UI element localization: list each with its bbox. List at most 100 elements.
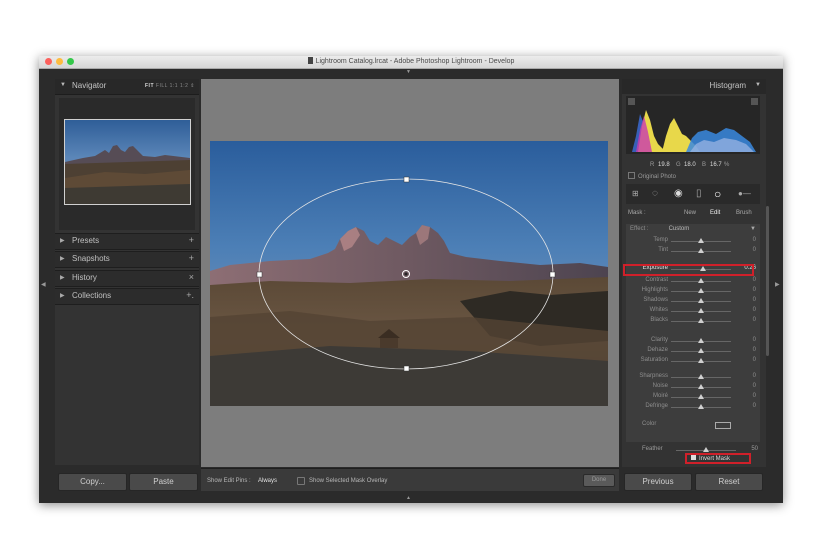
effect-preset-select[interactable]: Custom xyxy=(669,226,690,232)
clear-history-icon[interactable]: × xyxy=(189,272,194,282)
navigator-thumbnail[interactable] xyxy=(64,119,191,205)
add-collection-icon[interactable]: +. xyxy=(186,290,194,300)
highlight-clipping-icon xyxy=(751,98,758,105)
slider-row[interactable]: Defringe 0 xyxy=(626,402,760,412)
mask-overlay-label: Show Selected Mask Overlay xyxy=(309,478,388,484)
slider-row[interactable]: Noise 0 xyxy=(626,382,760,392)
slider-label: Sharpness xyxy=(639,373,668,379)
slider-knob[interactable] xyxy=(698,384,704,389)
slider-row[interactable]: Dehaze 0 xyxy=(626,346,760,356)
histogram-graph[interactable] xyxy=(626,96,760,154)
slider-row[interactable]: Exposure 0.26 xyxy=(623,264,760,276)
copy-button[interactable]: Copy... xyxy=(58,473,127,491)
slider-value: 0 xyxy=(752,237,756,243)
slider-knob[interactable] xyxy=(698,248,704,253)
spot-removal-tool-icon[interactable]: ◌ xyxy=(652,188,658,199)
paste-button[interactable]: Paste xyxy=(129,473,198,491)
slider-value: 0 xyxy=(752,393,756,399)
original-photo-toggle[interactable]: Original Photo xyxy=(628,172,676,180)
slider-knob[interactable] xyxy=(698,394,704,399)
red-eye-tool-icon[interactable]: ◉ xyxy=(674,188,683,199)
zoom-stepper-icon[interactable]: ⇕ xyxy=(190,83,195,89)
slider-label: Whites xyxy=(649,307,668,313)
slider-knob[interactable] xyxy=(698,238,704,243)
add-preset-icon[interactable]: + xyxy=(189,235,194,245)
expand-triangle-icon: ▶ xyxy=(60,293,65,299)
slider-row[interactable]: Contrast 0 xyxy=(626,276,760,286)
snapshots-panel-header[interactable]: ▶ Snapshots + xyxy=(55,251,199,268)
slider-row[interactable]: Shadows 0 xyxy=(626,296,760,306)
mask-new-button[interactable]: New xyxy=(684,210,696,216)
mask-overlay-checkbox[interactable] xyxy=(297,477,305,485)
slider-row[interactable]: Moiré 0 xyxy=(626,392,760,402)
zoom-1to1-option[interactable]: 1:1 xyxy=(170,83,178,89)
mask-brush-button[interactable]: Brush xyxy=(736,210,752,216)
slider-knob[interactable] xyxy=(698,358,704,363)
add-snapshot-icon[interactable]: + xyxy=(189,253,194,263)
top-panel-toggle-icon[interactable]: ▼ xyxy=(406,69,411,75)
effect-label: Effect : xyxy=(630,226,649,232)
right-panel-toggle-icon[interactable]: ▶ xyxy=(775,281,780,288)
radial-filter-icon[interactable]: ○ xyxy=(714,187,721,201)
left-panel-toggle-icon[interactable]: ◀ xyxy=(41,281,46,288)
slider-row[interactable]: Highlights 0 xyxy=(626,286,760,296)
color-label: Color xyxy=(642,421,657,427)
effect-row[interactable]: Effect : Custom ▼ xyxy=(630,226,756,232)
previous-button[interactable]: Previous xyxy=(624,473,692,491)
bottom-panel-toggle-icon[interactable]: ▲ xyxy=(406,495,411,501)
invert-mask-checkbox[interactable]: Invert Mask xyxy=(685,453,751,464)
reset-button[interactable]: Reset xyxy=(695,473,763,491)
navigator-header[interactable]: ▼ Navigator FIT FILL 1:1 1:2 ⇕ xyxy=(55,79,199,95)
window-title: Lightroom Catalog.lrcat - Adobe Photosho… xyxy=(315,58,515,65)
photo-canvas-area[interactable] xyxy=(201,79,619,467)
radial-filter-handle xyxy=(549,271,556,278)
feather-slider-knob[interactable] xyxy=(703,447,709,452)
history-panel-header[interactable]: ▶ History × xyxy=(55,270,199,287)
slider-row[interactable]: Tint 0 xyxy=(626,246,760,256)
slider-knob[interactable] xyxy=(698,338,704,343)
slider-knob[interactable] xyxy=(698,278,704,283)
slider-knob[interactable] xyxy=(698,404,704,409)
original-photo-checkbox[interactable] xyxy=(628,172,635,179)
slider-label: Tint xyxy=(658,247,668,253)
right-panel-scrollbar[interactable] xyxy=(766,206,769,356)
zoom-fill-option[interactable]: FILL xyxy=(156,83,168,89)
zoom-custom-option[interactable]: 1:2 xyxy=(180,83,188,89)
zoom-fit-option[interactable]: FIT xyxy=(145,83,154,89)
slider-label: Highlights xyxy=(641,287,668,293)
mask-edit-button[interactable]: Edit xyxy=(710,210,720,216)
adjustment-brush-icon[interactable]: ●— xyxy=(738,189,751,198)
navigator-preview-area[interactable] xyxy=(59,98,195,230)
slider-row[interactable]: Whites 0 xyxy=(626,306,760,316)
slider-row[interactable]: Temp 0 xyxy=(626,236,760,246)
main-photo[interactable] xyxy=(210,141,608,406)
color-swatch[interactable] xyxy=(715,422,731,429)
mask-label: Mask : xyxy=(628,210,646,216)
slider-knob[interactable] xyxy=(698,308,704,313)
slider-knob[interactable] xyxy=(698,288,704,293)
histogram-header[interactable]: Histogram ▼ xyxy=(622,79,766,94)
slider-row[interactable]: Sharpness 0 xyxy=(626,372,760,382)
snapshots-label: Snapshots xyxy=(72,254,110,263)
slider-row[interactable]: Clarity 0 xyxy=(626,336,760,346)
graduated-filter-icon[interactable]: ▯ xyxy=(696,188,702,199)
collections-panel-header[interactable]: ▶ Collections +. xyxy=(55,288,199,305)
slider-value: 0 xyxy=(752,307,756,313)
show-edit-pins-select[interactable]: Always xyxy=(258,478,277,484)
crop-tool-icon[interactable]: ⊞ xyxy=(632,189,639,198)
slider-knob[interactable] xyxy=(698,348,704,353)
slider-knob[interactable] xyxy=(698,374,704,379)
presets-panel-header[interactable]: ▶ Presets + xyxy=(55,233,199,250)
histogram-chart xyxy=(628,98,758,152)
slider-row[interactable]: Blacks 0 xyxy=(626,316,760,326)
slider-value: 0 xyxy=(752,383,756,389)
landscape-photo-with-radial-filter[interactable] xyxy=(210,141,608,406)
effect-collapse-icon[interactable]: ▼ xyxy=(750,226,756,232)
slider-knob[interactable] xyxy=(698,298,704,303)
slider-row[interactable]: Saturation 0 xyxy=(626,356,760,366)
navigator-title: Navigator xyxy=(72,81,107,90)
slider-knob[interactable] xyxy=(698,318,704,323)
expand-triangle-icon: ▶ xyxy=(60,238,65,244)
done-button[interactable]: Done xyxy=(583,474,615,487)
expand-triangle-icon: ▶ xyxy=(60,256,65,262)
